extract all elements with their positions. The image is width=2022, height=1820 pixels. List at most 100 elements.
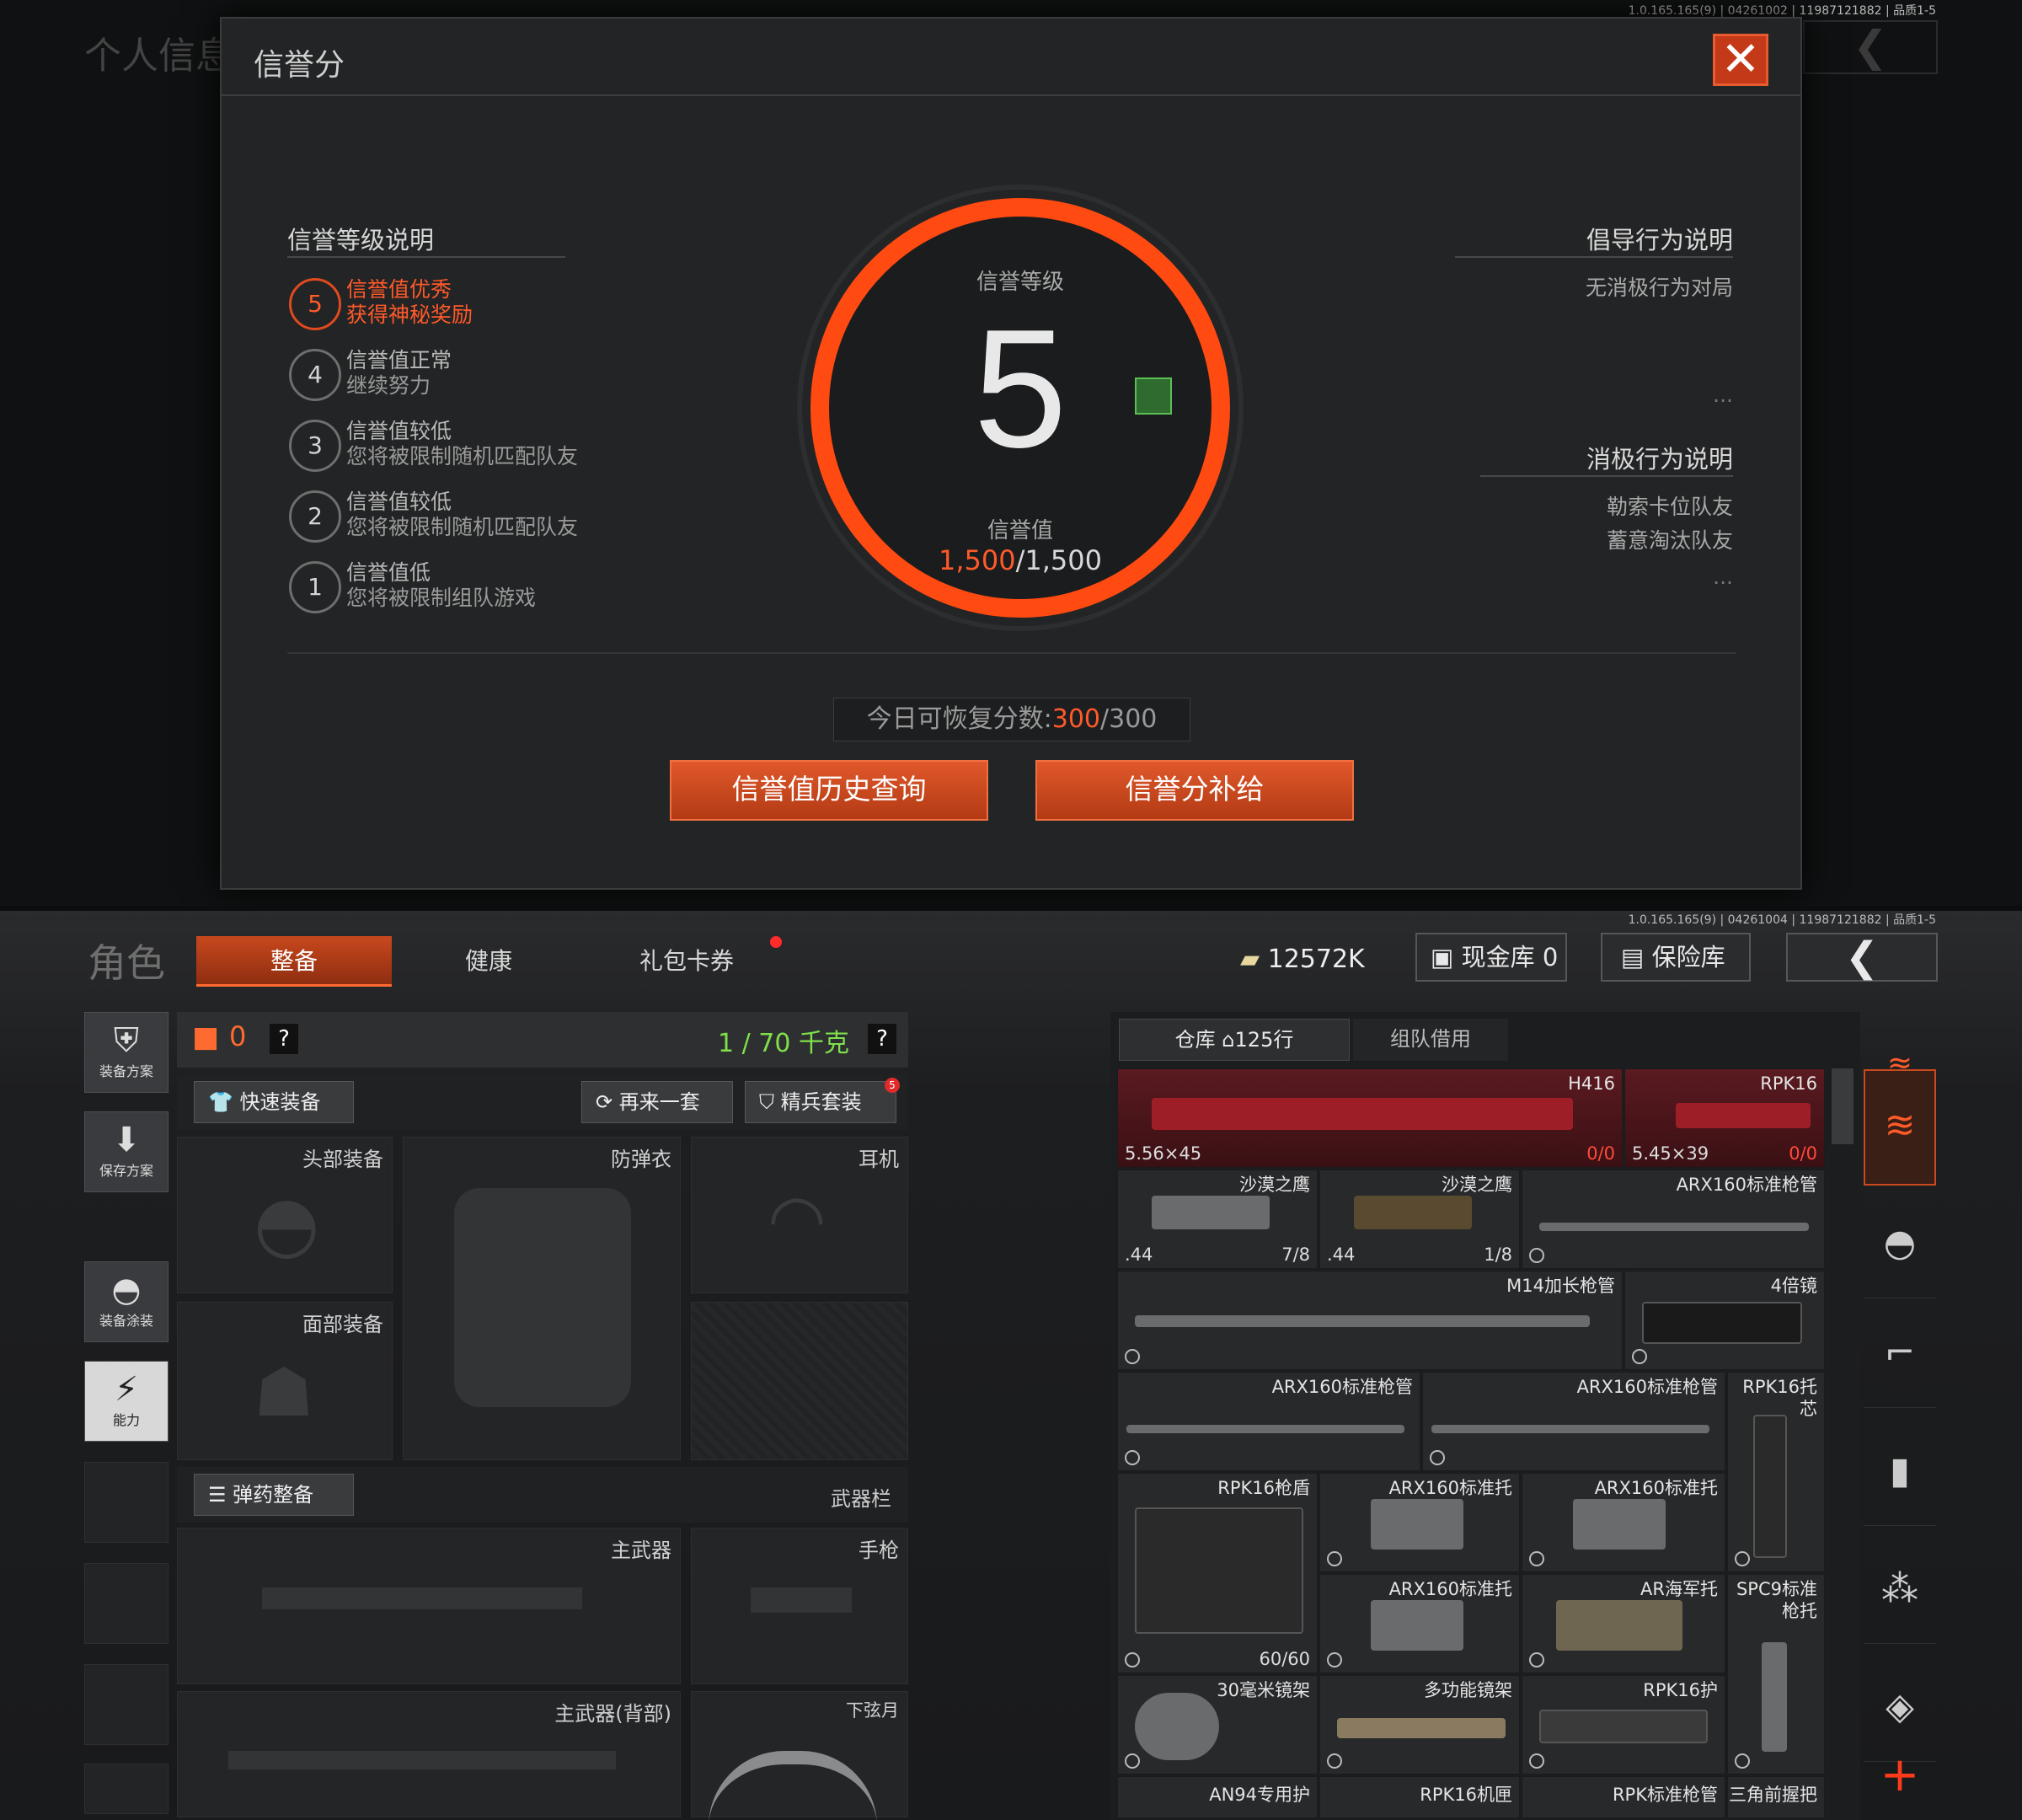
ammo-prep-button[interactable]: ☰ 弹药整备	[194, 1474, 354, 1516]
attachment-icon	[1529, 1551, 1544, 1566]
earpiece-slot[interactable]: 耳机 ◠	[691, 1137, 908, 1293]
divider	[1480, 475, 1733, 477]
recover-current: 300	[1051, 704, 1100, 734]
modal-header: 信誉分 ✕	[222, 19, 1800, 96]
inventory-item[interactable]: ARX160标准枪管	[1522, 1170, 1825, 1269]
inventory-item[interactable]: RPK标准枪管	[1522, 1776, 1725, 1818]
category-magazine[interactable]: ▮	[1864, 1416, 1936, 1526]
attachment-icon	[1632, 1349, 1647, 1364]
score-supply-button[interactable]: 信誉分补给	[1035, 760, 1354, 821]
slot-label: 面部装备	[302, 1313, 383, 1336]
mount-icon	[1337, 1718, 1506, 1738]
mount-icon	[1135, 1693, 1219, 1760]
item-name: RPK16机匣	[1420, 1785, 1512, 1805]
cash-vault-label: 现金库 0	[1461, 943, 1559, 972]
safe-box-label: 保险库	[1651, 943, 1725, 972]
inventory-item[interactable]: 30毫米镜架	[1117, 1675, 1318, 1774]
attachment-icon	[1735, 1753, 1750, 1769]
quick-equip-button[interactable]: 👕 快速装备	[194, 1081, 354, 1123]
modal-title: 信誉分	[254, 48, 345, 83]
inventory-item[interactable]: 4倍镜	[1624, 1271, 1825, 1370]
add-button[interactable]: +	[1864, 1742, 1936, 1809]
scrollbar[interactable]	[1832, 1068, 1854, 1144]
rank-badge-icon	[1135, 377, 1172, 415]
stock-icon	[1573, 1499, 1666, 1550]
inventory-item[interactable]: 三角前握把	[1727, 1776, 1825, 1818]
item-caliber: .44	[1327, 1245, 1356, 1265]
inventory-item[interactable]: ARX160标准枪管	[1422, 1372, 1725, 1471]
tab-health[interactable]: 健康	[393, 936, 585, 987]
item-name: AR海军托	[1640, 1579, 1718, 1599]
equipment-skin-button[interactable]: ◓ 装备涂装	[84, 1261, 168, 1342]
item-name: 三角前握把	[1729, 1785, 1817, 1805]
level-4-desc: 继续努力	[346, 373, 431, 398]
vault-icon: ▣	[1431, 943, 1454, 972]
armor-slot[interactable]: 防弹衣	[403, 1137, 681, 1460]
inventory-item[interactable]: RPK16托芯	[1727, 1372, 1825, 1572]
help-button[interactable]: ?	[270, 1024, 298, 1054]
safe-box-button[interactable]: ▤ 保险库	[1601, 933, 1751, 982]
empty-side-slot	[84, 1462, 168, 1543]
history-query-button[interactable]: 信誉值历史查询	[670, 760, 988, 821]
inventory-item[interactable]: ARX160标准托	[1319, 1473, 1520, 1572]
inventory-item[interactable]: RPK16机匣	[1319, 1776, 1520, 1818]
inventory-item[interactable]: RPK16枪盾 60/60	[1117, 1473, 1318, 1673]
category-all[interactable]: ≋	[1864, 1069, 1936, 1186]
tab-gift-coupons[interactable]: 礼包卡券	[590, 936, 784, 987]
back-weapon-slot[interactable]: 主武器(背部)	[177, 1691, 681, 1817]
inventory-item[interactable]: ARX160标准枪管	[1117, 1372, 1420, 1471]
credit-score-modal: 信誉分 ✕ 信誉等级说明 5 信誉值优秀 获得神秘奖励 4 信誉值正常 继续努力…	[220, 17, 1802, 890]
warehouse-tab[interactable]: 仓库 ⌂125行	[1119, 1019, 1350, 1061]
inventory-item[interactable]: ARX160标准托	[1319, 1574, 1520, 1673]
category-weapon[interactable]: ⌐	[1864, 1298, 1936, 1408]
save-plan-button[interactable]: ⬇ 保存方案	[84, 1111, 168, 1192]
elite-set-button[interactable]: ⛉ 精兵套装	[745, 1081, 896, 1123]
recover-count: 今日可恢复分数:300/300	[833, 698, 1190, 741]
category-ammo[interactable]: ⁂	[1864, 1534, 1936, 1644]
inventory-item[interactable]: AN94专用护	[1117, 1776, 1318, 1818]
again-label: 再来一套	[618, 1090, 700, 1114]
melee-slot[interactable]: 下弦月	[691, 1691, 908, 1817]
level-4-badge: 4	[289, 349, 341, 401]
primary-weapon-slot[interactable]: 主武器	[177, 1528, 681, 1684]
item-name: RPK16托芯	[1742, 1377, 1817, 1419]
back-button[interactable]: ❮	[1786, 933, 1938, 982]
magazine-icon: ▮	[1889, 1449, 1911, 1492]
inventory-item[interactable]: 沙漠之鹰 .44 1/8	[1319, 1170, 1520, 1269]
category-helmet[interactable]: ◓	[1864, 1189, 1936, 1298]
inventory-item[interactable]: AR海军托	[1522, 1574, 1725, 1673]
again-button[interactable]: ⟳ 再来一套	[581, 1081, 733, 1123]
recover-prefix: 今日可恢复分数:	[866, 704, 1052, 734]
weight-help-button[interactable]: ?	[868, 1024, 896, 1054]
team-borrow-tab[interactable]: 组队借用	[1353, 1019, 1508, 1061]
bad-behavior-item: 勒索卡位队友	[1606, 495, 1733, 519]
inventory-item[interactable]: SPC9标准枪托	[1727, 1574, 1825, 1774]
tab-loadout[interactable]: 整备	[196, 936, 392, 987]
item-caliber: .44	[1125, 1245, 1153, 1265]
inventory-item[interactable]: 多功能镜架	[1319, 1675, 1520, 1774]
inventory-item[interactable]: ARX160标准托	[1522, 1473, 1725, 1572]
close-button[interactable]: ✕	[1713, 34, 1768, 86]
inventory-item[interactable]: H416 5.56×45 0/0	[1117, 1068, 1623, 1168]
inventory-item[interactable]: RPK16 5.45×39 0/0	[1624, 1068, 1825, 1168]
item-caliber: 5.45×39	[1632, 1143, 1709, 1164]
item-name: SPC9标准枪托	[1736, 1579, 1817, 1621]
empty-side-slot	[84, 1563, 168, 1644]
credit-gauge: 信誉等级 5 信誉值 1,500/1,500	[793, 180, 1248, 635]
head-slot[interactable]: 头部装备 ◓	[177, 1137, 393, 1293]
gun-shield-icon	[1135, 1507, 1303, 1634]
stock-core-icon	[1753, 1415, 1787, 1558]
pistol-slot[interactable]: 手枪	[691, 1528, 908, 1684]
item-ammo: 1/8	[1484, 1245, 1512, 1265]
attachment-icon	[1327, 1652, 1342, 1667]
inventory-item[interactable]: RPK16护	[1522, 1675, 1725, 1774]
score-current: 1,500	[939, 544, 1016, 576]
face-slot[interactable]: 面部装备 ☗	[177, 1302, 393, 1460]
barrel-icon	[1431, 1425, 1709, 1433]
inventory-item[interactable]: M14加长枪管	[1117, 1271, 1623, 1370]
shirt-icon: 👕	[208, 1090, 233, 1114]
inventory-item[interactable]: 沙漠之鹰 .44 7/8	[1117, 1170, 1318, 1269]
equipment-plan-button[interactable]: ⛨ 装备方案	[84, 1012, 168, 1093]
cash-vault-button[interactable]: ▣ 现金库 0	[1415, 933, 1567, 982]
ability-button[interactable]: ⚡ 能力	[84, 1361, 168, 1442]
